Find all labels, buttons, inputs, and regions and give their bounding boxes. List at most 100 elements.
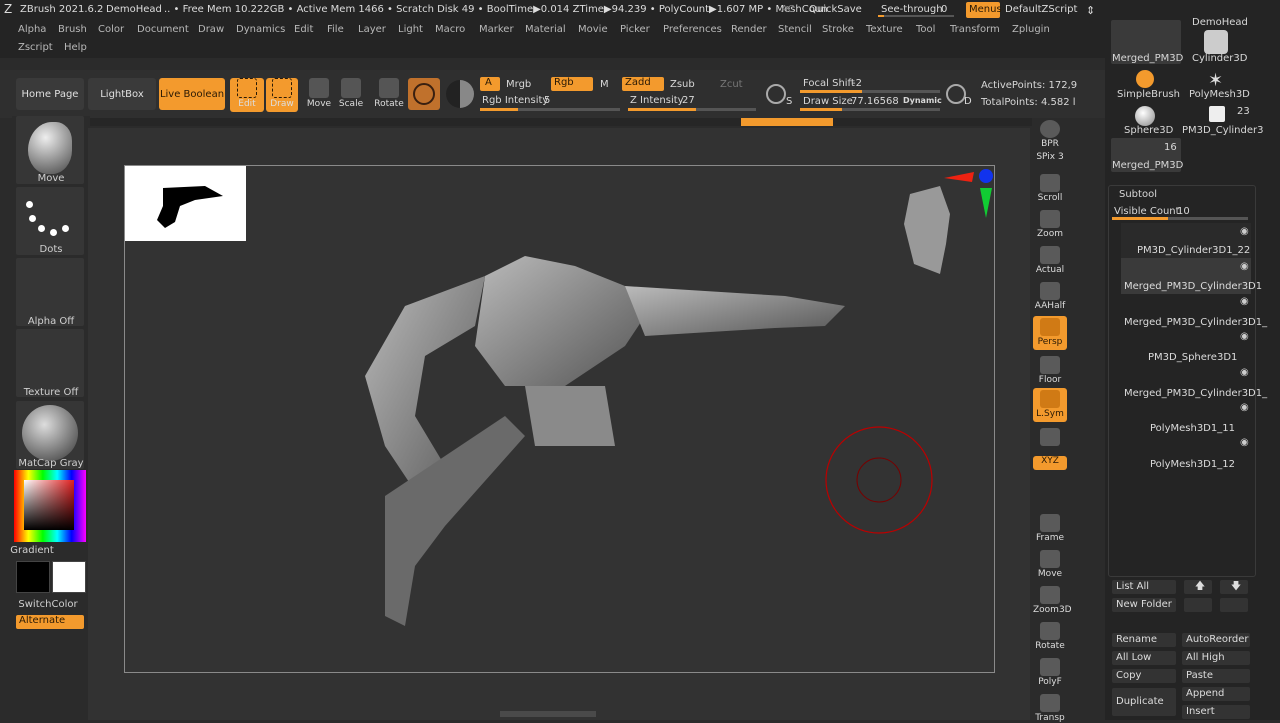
menu-dynamics[interactable]: Dynamics <box>236 24 285 35</box>
see-through-value[interactable]: 0 <box>941 4 947 15</box>
menu-zscript[interactable]: Zscript <box>18 42 53 53</box>
duplicate-button[interactable]: Duplicate <box>1112 688 1176 716</box>
append-button[interactable]: Append <box>1182 687 1250 701</box>
subtool-title[interactable]: Subtool <box>1119 189 1157 200</box>
menu-preferences[interactable]: Preferences <box>663 24 722 35</box>
eye-icon[interactable]: ◉ <box>1240 261 1249 272</box>
tool-merged[interactable]: Merged_PM3D <box>1112 53 1183 64</box>
home-page-button[interactable]: Home Page <box>16 78 84 110</box>
menus-button[interactable]: Menus <box>966 2 1002 18</box>
focal-shift-slider[interactable] <box>800 90 940 93</box>
floor-button[interactable]: Floor <box>1033 354 1067 388</box>
subtool-item-1[interactable]: PM3D_Cylinder3D1_22 <box>1137 245 1267 256</box>
navigator-thumbnail[interactable] <box>125 166 246 241</box>
move-view-button[interactable]: Move <box>1033 548 1067 582</box>
frame-button[interactable]: Frame <box>1033 512 1067 546</box>
eye-icon[interactable]: ◉ <box>1240 367 1249 378</box>
polyf-button[interactable]: PolyF <box>1033 656 1067 690</box>
all-high-button[interactable]: All High <box>1182 651 1250 665</box>
quicksave-button[interactable]: QuickSave <box>809 4 862 15</box>
menu-zplugin[interactable]: Zplugin <box>1012 24 1050 35</box>
subtool-item-6[interactable]: PolyMesh3D1_11 <box>1150 423 1280 434</box>
color-square[interactable] <box>24 480 74 530</box>
subtool-item-7[interactable]: PolyMesh3D1_12 <box>1150 459 1280 470</box>
copy-button[interactable]: Copy <box>1112 669 1176 683</box>
zoom3d-button[interactable]: Zoom3D <box>1033 584 1072 618</box>
insert-button[interactable]: Insert <box>1182 705 1250 719</box>
default-zscript[interactable]: DefaultZScript <box>1005 4 1077 15</box>
alternate-button[interactable]: Alternate <box>16 615 84 629</box>
axis-gizmo-icon[interactable] <box>940 168 1000 228</box>
mrgb-button[interactable]: Mrgb <box>506 79 531 90</box>
dynamic-button[interactable]: Dynamic <box>903 96 942 105</box>
new-folder-button[interactable]: New Folder <box>1112 598 1176 612</box>
aahalf-button[interactable]: AAHalf <box>1033 280 1067 314</box>
color-swatch-icon[interactable] <box>446 80 474 108</box>
eye-icon[interactable]: ◉ <box>1240 437 1249 448</box>
see-through-slider[interactable] <box>878 15 954 17</box>
menu-render[interactable]: Render <box>731 24 767 35</box>
move-button[interactable]: Move <box>302 78 336 114</box>
tool-pm3d-cylinder[interactable]: PM3D_Cylinder3 <box>1182 125 1264 136</box>
menu-light[interactable]: Light <box>398 24 423 35</box>
menu-layer[interactable]: Layer <box>358 24 386 35</box>
subtool-item-2[interactable]: Merged_PM3D_Cylinder3D1 <box>1124 281 1262 292</box>
menu-picker[interactable]: Picker <box>620 24 650 35</box>
edit-button[interactable]: Edit <box>230 78 264 112</box>
lightbox-button[interactable]: LightBox <box>88 78 156 110</box>
menu-document[interactable]: Document <box>137 24 189 35</box>
zcut-button[interactable]: Zcut <box>720 79 743 90</box>
autoreorder-button[interactable]: AutoReorder <box>1182 633 1250 647</box>
draw-size-value[interactable]: 77.16568 <box>851 96 899 107</box>
zsub-button[interactable]: Zsub <box>670 79 695 90</box>
menu-stencil[interactable]: Stencil <box>778 24 812 35</box>
menu-material[interactable]: Material <box>525 24 566 35</box>
scroll-button[interactable]: Scroll <box>1033 172 1067 206</box>
transp-button[interactable]: Transp <box>1033 692 1067 723</box>
document-canvas[interactable] <box>124 165 995 673</box>
draw-button[interactable]: Draw <box>266 78 298 112</box>
spix-slider[interactable]: SPix 3 <box>1033 152 1067 164</box>
menu-alpha[interactable]: Alpha <box>18 24 46 35</box>
menu-texture[interactable]: Texture <box>866 24 903 35</box>
focal-shift-value[interactable]: -2 <box>852 78 862 89</box>
tool-merged-2[interactable]: Merged_PM3D <box>1112 160 1183 171</box>
menu-color[interactable]: Color <box>98 24 124 35</box>
eye-icon[interactable]: ◉ <box>1240 331 1249 342</box>
live-boolean-button[interactable]: Live Boolean <box>159 78 225 110</box>
move-up-icon[interactable]: 🡅 <box>1184 580 1212 594</box>
rotate-button[interactable]: Rotate <box>372 78 406 114</box>
arrow-right-up-icon[interactable] <box>1184 598 1212 612</box>
material-swatch-button[interactable] <box>408 78 440 110</box>
menu-transform[interactable]: Transform <box>950 24 1000 35</box>
bpr-button[interactable]: BPR <box>1033 118 1067 152</box>
draw-size-slider[interactable] <box>800 108 940 111</box>
rgb-intensity-value[interactable]: 5 <box>544 95 550 106</box>
menu-help[interactable]: Help <box>64 42 87 53</box>
menu-file[interactable]: File <box>327 24 344 35</box>
menu-stroke[interactable]: Stroke <box>822 24 854 35</box>
arrow-right-down-icon[interactable] <box>1220 598 1248 612</box>
rotate-z-icon[interactable] <box>1033 492 1067 506</box>
move-down-icon[interactable]: 🡇 <box>1220 580 1248 594</box>
tool-simplebrush[interactable]: SimpleBrush <box>1117 89 1180 100</box>
visible-count-value[interactable]: 10 <box>1177 206 1190 217</box>
tool-polymesh[interactable]: PolyMesh3D <box>1189 89 1250 100</box>
subtool-item-5[interactable]: Merged_PM3D_Cylinder3D1_ <box>1124 388 1267 399</box>
menu-movie[interactable]: Movie <box>578 24 608 35</box>
menu-tool[interactable]: Tool <box>916 24 935 35</box>
subtool-item-3[interactable]: Merged_PM3D_Cylinder3D1_ <box>1124 317 1267 328</box>
list-all-button[interactable]: List All <box>1112 580 1176 594</box>
menu-draw[interactable]: Draw <box>198 24 224 35</box>
lock-button[interactable] <box>1033 426 1067 460</box>
eye-icon[interactable]: ◉ <box>1240 226 1249 237</box>
rotate-view-button[interactable]: Rotate <box>1033 620 1067 654</box>
d-icon[interactable] <box>946 84 966 104</box>
scale-button[interactable]: Scale <box>334 78 368 114</box>
menu-marker[interactable]: Marker <box>479 24 514 35</box>
visible-count-slider[interactable] <box>1112 217 1248 220</box>
bottom-tray-handle[interactable] <box>500 711 596 717</box>
actual-button[interactable]: Actual <box>1033 244 1067 278</box>
zadd-button[interactable]: Zadd <box>622 77 664 91</box>
lsym-button[interactable]: L.Sym <box>1033 388 1067 422</box>
